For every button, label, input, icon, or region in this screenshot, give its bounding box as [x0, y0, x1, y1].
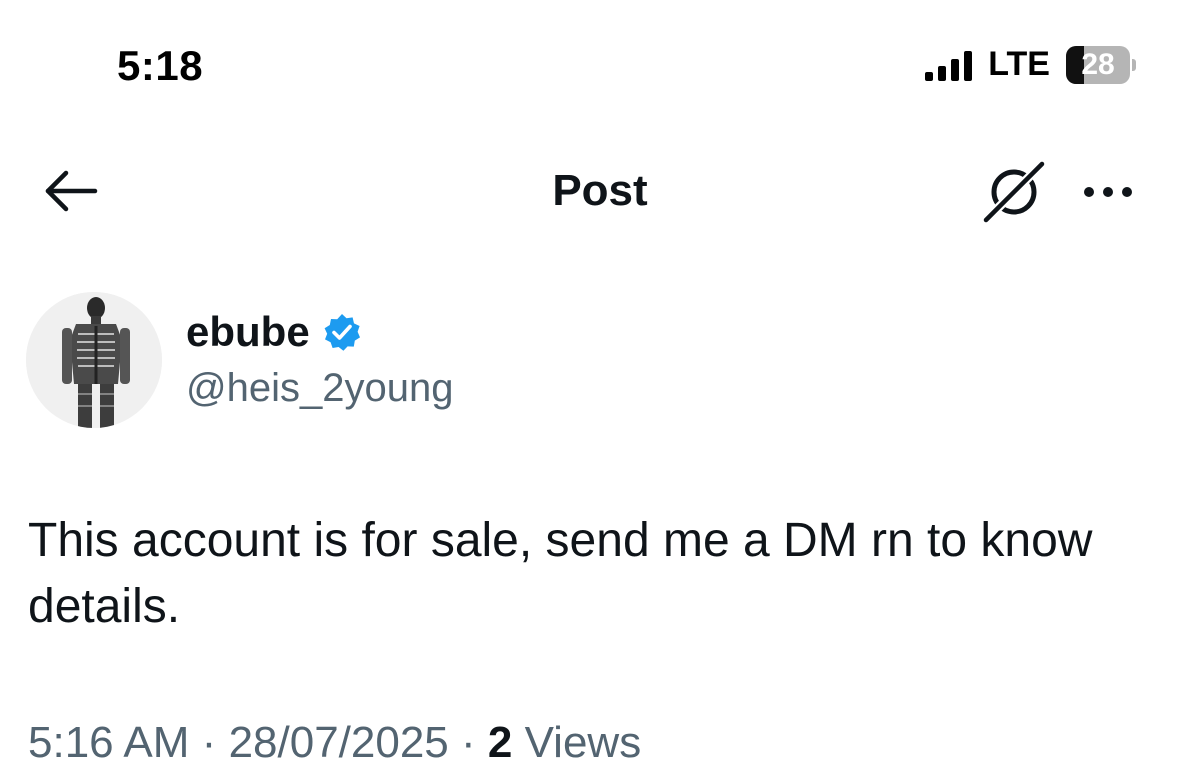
grok-button[interactable] [980, 158, 1048, 226]
more-options-button[interactable] [1078, 172, 1138, 212]
more-horizontal-icon [1084, 187, 1132, 197]
post-date: 28/07/2025 [228, 718, 449, 767]
avatar-image [26, 292, 162, 428]
author-display-name: ebube [186, 308, 310, 355]
views-label[interactable]: Views [525, 718, 642, 767]
battery-cap [1132, 58, 1136, 71]
author-name-row[interactable]: ebube [186, 308, 362, 356]
post-meta: 5:16 AM · 28/07/2025 · 2 Views [28, 718, 641, 768]
grok-icon [982, 160, 1046, 224]
post-text: This account is for sale, send me a DM r… [28, 514, 1093, 633]
verified-badge-icon [324, 314, 360, 351]
network-label: LTE [988, 45, 1050, 83]
meta-separator: · [201, 718, 217, 767]
status-time: 5:18 [117, 42, 204, 89]
signal-icon [925, 49, 973, 81]
meta-separator: · [461, 718, 476, 767]
battery-level: 28 [1081, 47, 1115, 81]
status-indicators: LTE 28 [925, 45, 1136, 84]
post-time: 5:16 AM [28, 718, 190, 767]
back-button[interactable] [40, 166, 100, 216]
views-count: 2 [487, 718, 513, 767]
avatar[interactable] [26, 292, 162, 428]
battery-icon: 28 [1066, 45, 1130, 84]
arrow-left-icon [45, 170, 98, 212]
author-handle[interactable]: @heis_2young [186, 366, 453, 411]
